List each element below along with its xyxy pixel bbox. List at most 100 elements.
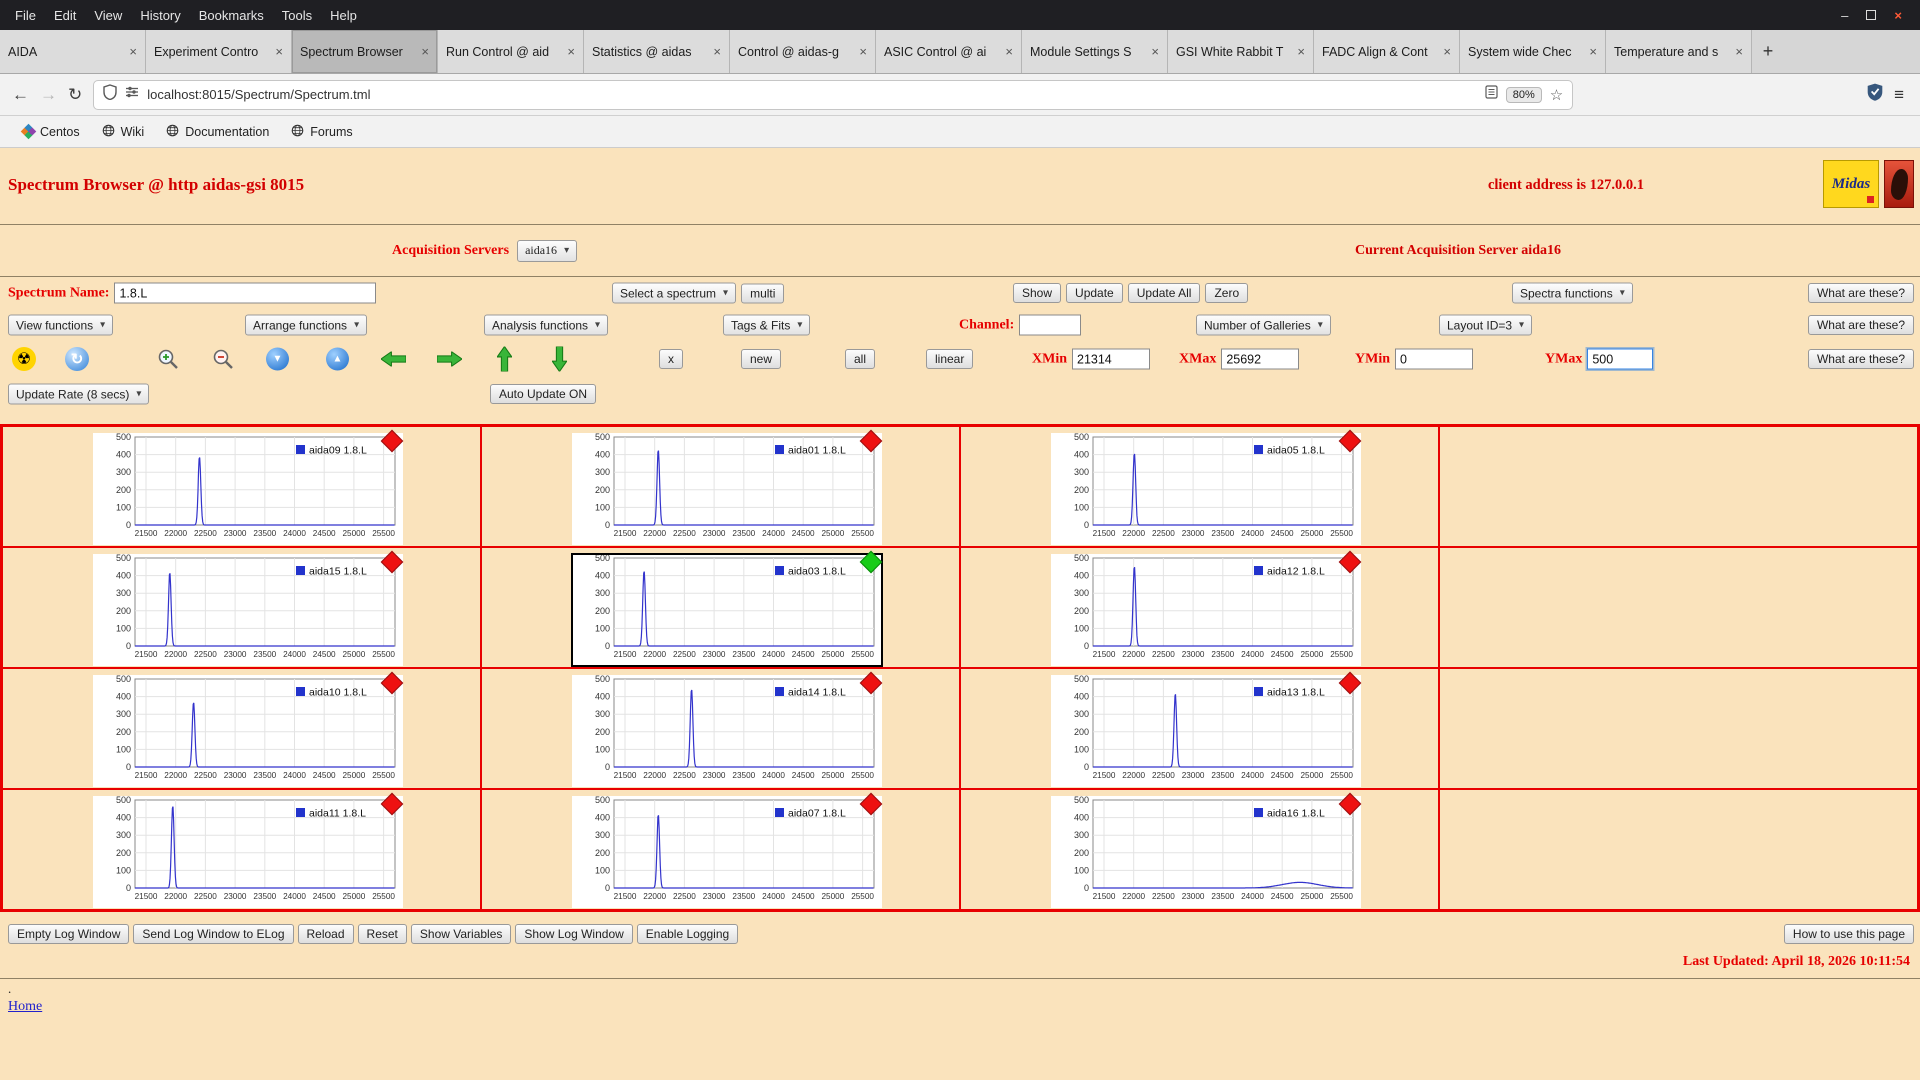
- zoom-indicator[interactable]: 80%: [1505, 86, 1542, 103]
- spectrum-cell-aida07[interactable]: 21500 22000 22500 23000 23500 24000 24500 25000…: [481, 789, 960, 910]
- spectrum-chart-aida12[interactable]: 21500 22000 22500 23000 23500 24000 24500 25000…: [1051, 554, 1361, 666]
- update-button[interactable]: Update: [1066, 283, 1123, 303]
- zoom-in-icon[interactable]: [156, 347, 180, 371]
- spectrum-cell-aida10[interactable]: 21500 22000 22500 23000 23500 24000 24500 25000…: [2, 668, 481, 789]
- xmin-input[interactable]: [1072, 348, 1150, 370]
- permissions-icon[interactable]: [125, 85, 139, 104]
- menu-history[interactable]: History: [131, 8, 189, 23]
- reader-mode-icon[interactable]: [1485, 85, 1498, 104]
- forward-icon[interactable]: →: [40, 86, 57, 103]
- ymin-input[interactable]: [1395, 348, 1473, 370]
- tags-fits-select[interactable]: Tags & Fits: [723, 314, 811, 336]
- spectrum-cell-aida16[interactable]: 21500 22000 22500 23000 23500 24000 24500 25000…: [960, 789, 1439, 910]
- tab-statistics-aidas[interactable]: Statistics @ aidas ×: [584, 30, 730, 73]
- tab-close-icon[interactable]: ×: [859, 44, 867, 59]
- spectrum-cell-aida09[interactable]: 21500 22000 22500 23000 23500 24000 24500 25000…: [2, 426, 481, 547]
- radioactive-icon[interactable]: ☢: [12, 347, 36, 371]
- spectrum-chart-aida10[interactable]: 21500 22000 22500 23000 23500 24000 24500 25000…: [93, 675, 403, 787]
- spectrum-cell-aida05[interactable]: 21500 22000 22500 23000 23500 24000 24500 25000…: [960, 426, 1439, 547]
- spectrum-chart-aida09[interactable]: 21500 22000 22500 23000 23500 24000 24500 25000…: [93, 433, 403, 545]
- tab-close-icon[interactable]: ×: [129, 44, 137, 59]
- refresh-icon[interactable]: ↻: [65, 347, 89, 371]
- tab-gsi-white-rabbit-t[interactable]: GSI White Rabbit T ×: [1168, 30, 1314, 73]
- menu-bookmarks[interactable]: Bookmarks: [190, 8, 273, 23]
- menu-tools[interactable]: Tools: [273, 8, 321, 23]
- menu-help[interactable]: Help: [321, 8, 366, 23]
- spectrum-cell-aida15[interactable]: 21500 22000 22500 23000 23500 24000 24500 25000…: [2, 547, 481, 668]
- spectrum-chart-aida13[interactable]: 21500 22000 22500 23000 23500 24000 24500 25000…: [1051, 675, 1361, 787]
- what-are-these-button[interactable]: What are these?: [1807, 283, 1914, 303]
- new-tab-button[interactable]: +: [1752, 30, 1784, 73]
- spectrum-cell-aida11[interactable]: 21500 22000 22500 23000 23500 24000 24500 25000…: [2, 789, 481, 910]
- spectrum-chart-aida16[interactable]: 21500 22000 22500 23000 23500 24000 24500 25000…: [1051, 796, 1361, 908]
- tab-run-control-aid[interactable]: Run Control @ aid ×: [438, 30, 584, 73]
- app-menu-icon[interactable]: ≡: [1894, 85, 1908, 105]
- home-link[interactable]: Home: [8, 999, 42, 1015]
- spectrum-chart-aida01[interactable]: 21500 22000 22500 23000 23500 24000 24500 25000…: [572, 433, 882, 545]
- bookmark-documentation[interactable]: Documentation: [155, 124, 280, 140]
- auto-update-button[interactable]: Auto Update ON: [490, 384, 597, 404]
- number-of-galleries-select[interactable]: Number of Galleries: [1196, 314, 1331, 336]
- tab-close-icon[interactable]: ×: [1005, 44, 1013, 59]
- channel-input[interactable]: [1019, 314, 1082, 336]
- what-are-these-button[interactable]: What are these?: [1807, 315, 1914, 335]
- zoom-out-icon[interactable]: [211, 347, 235, 371]
- tab-close-icon[interactable]: ×: [567, 44, 575, 59]
- close-button[interactable]: ×: [1894, 9, 1902, 22]
- bookmark-star-icon[interactable]: ☆: [1550, 86, 1563, 104]
- tab-fadc-align-cont[interactable]: FADC Align & Cont ×: [1314, 30, 1460, 73]
- scroll-down-icon[interactable]: ▼: [266, 347, 289, 371]
- linear-button[interactable]: linear: [926, 349, 974, 369]
- what-are-these-button[interactable]: What are these?: [1807, 349, 1914, 369]
- how-to-use-button[interactable]: How to use this page: [1783, 924, 1914, 944]
- move-right-icon[interactable]: [437, 351, 462, 367]
- spectra-functions-select[interactable]: Spectra functions: [1512, 282, 1633, 304]
- reload-icon[interactable]: ↻: [68, 86, 82, 103]
- spectrum-cell-aida13[interactable]: 21500 22000 22500 23000 23500 24000 24500 25000…: [960, 668, 1439, 789]
- show-button[interactable]: Show: [1013, 283, 1062, 303]
- bookmark-wiki[interactable]: Wiki: [91, 124, 156, 140]
- scroll-up-icon[interactable]: ▲: [326, 347, 349, 371]
- tab-control-aidas-g[interactable]: Control @ aidas-g ×: [730, 30, 876, 73]
- spectrum-cell-aida12[interactable]: 21500 22000 22500 23000 23500 24000 24500 25000…: [960, 547, 1439, 668]
- spectrum-cell-aida01[interactable]: 21500 22000 22500 23000 23500 24000 24500 25000…: [481, 426, 960, 547]
- tab-close-icon[interactable]: ×: [1589, 44, 1597, 59]
- enable-logging-button[interactable]: Enable Logging: [636, 924, 739, 944]
- bookmark-forums[interactable]: Forums: [280, 124, 363, 140]
- move-left-icon[interactable]: [381, 351, 406, 367]
- tab-close-icon[interactable]: ×: [275, 44, 283, 59]
- menu-edit[interactable]: Edit: [45, 8, 85, 23]
- all-button[interactable]: all: [845, 349, 876, 369]
- arrange-functions-select[interactable]: Arrange functions: [245, 314, 368, 336]
- spectrum-cell-aida03[interactable]: 21500 22000 22500 23000 23500 24000 24500 25000…: [481, 547, 960, 668]
- url-bar[interactable]: localhost:8015/Spectrum/Spectrum.tml 80%…: [93, 79, 1574, 110]
- spectrum-cell-aida14[interactable]: 21500 22000 22500 23000 23500 24000 24500 25000…: [481, 668, 960, 789]
- tab-close-icon[interactable]: ×: [713, 44, 721, 59]
- show-variables-button[interactable]: Show Variables: [410, 924, 512, 944]
- tab-close-icon[interactable]: ×: [1297, 44, 1305, 59]
- spectrum-chart-aida07[interactable]: 21500 22000 22500 23000 23500 24000 24500 25000…: [572, 796, 882, 908]
- layout-id-select[interactable]: Layout ID=3: [1439, 314, 1533, 336]
- spectrum-name-input[interactable]: [114, 282, 377, 304]
- tab-experiment-contro[interactable]: Experiment Contro ×: [146, 30, 292, 73]
- x-button[interactable]: x: [659, 349, 683, 369]
- select-a-spectrum-select[interactable]: Select a spectrum: [612, 282, 737, 304]
- tab-temperature-and-s[interactable]: Temperature and s ×: [1606, 30, 1752, 73]
- update-rate-select[interactable]: Update Rate (8 secs): [8, 383, 150, 405]
- spectrum-chart-aida11[interactable]: 21500 22000 22500 23000 23500 24000 24500 25000…: [93, 796, 403, 908]
- move-down-icon[interactable]: [552, 346, 567, 372]
- tab-spectrum-browser[interactable]: Spectrum Browser ×: [292, 30, 438, 73]
- ymax-input[interactable]: [1587, 348, 1654, 370]
- reload-button[interactable]: Reload: [297, 924, 354, 944]
- empty-log-window-button[interactable]: Empty Log Window: [8, 924, 130, 944]
- reset-button[interactable]: Reset: [357, 924, 407, 944]
- spectrum-chart-aida15[interactable]: 21500 22000 22500 23000 23500 24000 24500 25000…: [93, 554, 403, 666]
- tab-close-icon[interactable]: ×: [1443, 44, 1451, 59]
- xmax-input[interactable]: [1221, 348, 1300, 370]
- tab-system-wide-chec[interactable]: System wide Chec ×: [1460, 30, 1606, 73]
- back-icon[interactable]: ←: [12, 86, 29, 103]
- tracking-shield-icon[interactable]: [103, 84, 117, 105]
- spectrum-chart-aida05[interactable]: 21500 22000 22500 23000 23500 24000 24500 25000…: [1051, 433, 1361, 545]
- spectrum-chart-aida03[interactable]: 21500 22000 22500 23000 23500 24000 24500 25000…: [571, 553, 883, 667]
- extension-shield-icon[interactable]: [1867, 83, 1883, 106]
